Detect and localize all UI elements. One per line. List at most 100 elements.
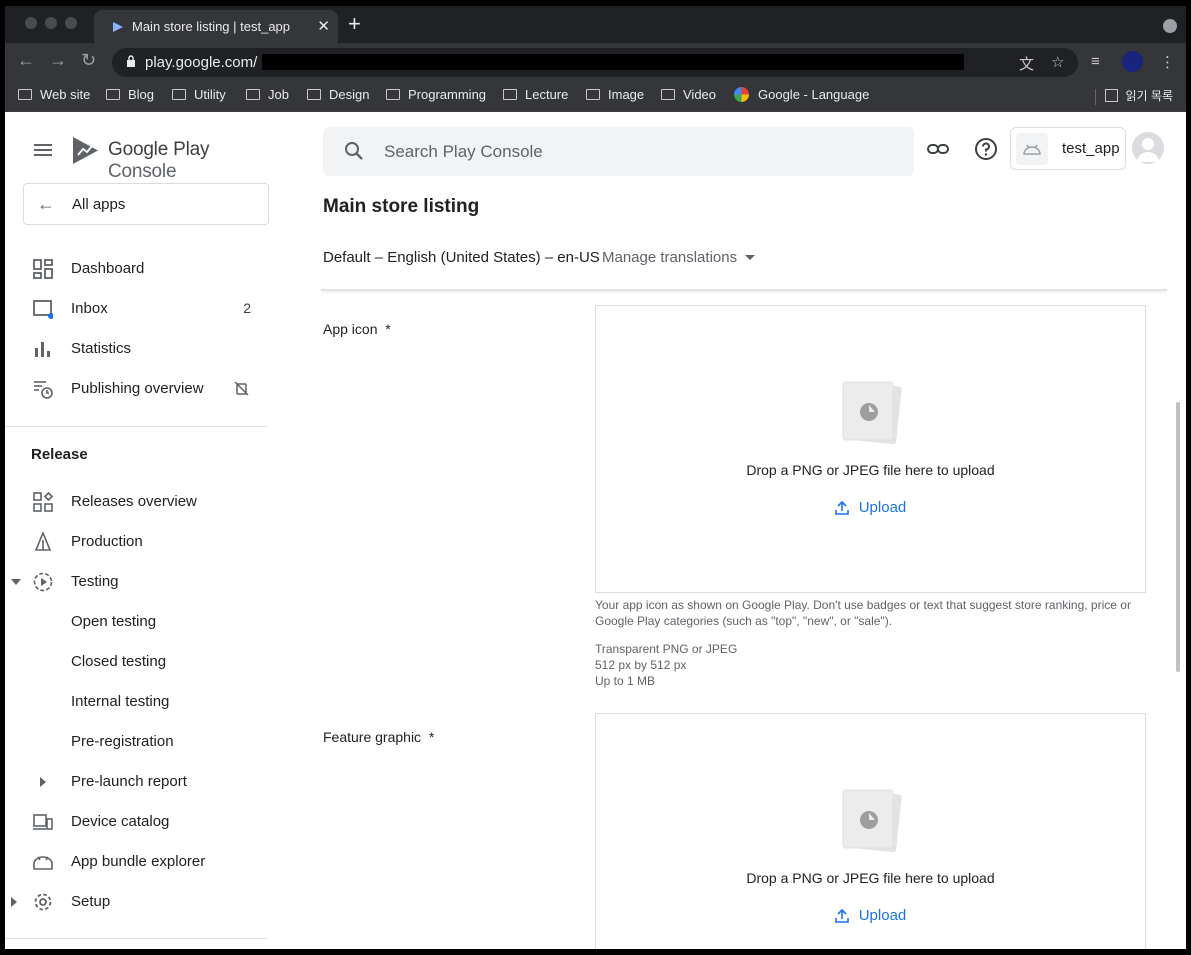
sidebar-item-open-testing[interactable]: Open testing [5, 602, 267, 642]
sidebar-divider [5, 938, 267, 939]
bookmark-folder[interactable]: Programming [386, 87, 486, 102]
sidebar-item-testing[interactable]: Testing [5, 562, 267, 602]
account-avatar[interactable] [1132, 132, 1164, 164]
expand-less-icon [11, 579, 21, 585]
arrow-drop-down-icon [745, 255, 756, 260]
translate-icon[interactable]: 文 [1019, 53, 1034, 74]
sidebar-item-setup[interactable]: Setup [5, 882, 267, 922]
sidebar-item-label: Testing [71, 573, 119, 590]
folder-icon [386, 89, 400, 100]
sidebar-item-pre-launch-report[interactable]: Pre-launch report [5, 762, 267, 802]
sidebar-item-releases-overview[interactable]: Releases overview [5, 482, 267, 522]
all-apps-button[interactable]: ← All apps [23, 183, 269, 225]
logo-suffix: Console [108, 161, 177, 182]
folder-icon [661, 89, 675, 100]
bookmark-google-language[interactable]: Google - Language [734, 87, 869, 102]
sidebar-item-internal-testing[interactable]: Internal testing [5, 682, 267, 722]
all-apps-label: All apps [72, 196, 126, 213]
image-placeholder-icon [842, 381, 902, 445]
address-bar[interactable]: play.google.com/ [112, 48, 1078, 77]
profile-avatar[interactable] [1122, 51, 1143, 72]
header-divider [321, 289, 1167, 291]
close-window-dot[interactable] [25, 17, 37, 29]
more-menu-icon[interactable]: ⋮ [1160, 53, 1175, 71]
bookmark-star-icon[interactable]: ☆ [1051, 53, 1064, 71]
expand-more-icon [11, 897, 17, 907]
search-bar[interactable] [323, 127, 914, 176]
menu-icon[interactable] [34, 144, 52, 156]
bookmark-folder[interactable]: Job [246, 87, 289, 102]
folder-icon [586, 89, 600, 100]
sidebar-item-label: Internal testing [71, 693, 170, 710]
browser-window: Main store listing | test_app ✕ + ← → ↻ … [5, 6, 1186, 949]
bookmark-folder[interactable]: Design [307, 87, 369, 102]
required-marker: * [428, 729, 435, 745]
media-control-icon[interactable]: ≡ [1091, 53, 1100, 70]
sidebar-item-device-catalog[interactable]: Device catalog [5, 802, 267, 842]
feature-graphic-dropzone[interactable]: Drop a PNG or JPEG file here to upload U… [595, 713, 1146, 949]
bookmark-folder[interactable]: Web site [18, 87, 90, 102]
app-icon-guidelines: Your app icon as shown on Google Play. D… [595, 598, 1131, 628]
sidebar-item-inbox[interactable]: Inbox 2 [5, 289, 267, 329]
minimize-window-dot[interactable] [45, 17, 57, 29]
upload-button[interactable]: Upload [596, 907, 1145, 924]
sidebar-item-publishing-overview[interactable]: Publishing overview [5, 369, 267, 409]
bar-chart-icon [35, 342, 50, 357]
help-icon[interactable] [974, 137, 998, 161]
forward-icon[interactable]: → [49, 51, 67, 69]
image-placeholder-icon [842, 789, 902, 853]
app-icon-label: App icon * [323, 321, 391, 337]
sidebar-item-label: Publishing overview [71, 380, 204, 397]
browser-tab[interactable]: Main store listing | test_app ✕ [94, 10, 338, 43]
back-icon[interactable]: ← [17, 51, 35, 69]
reading-list-button[interactable]: 읽기 목록 [1104, 87, 1173, 104]
bookmark-folder[interactable]: Utility [172, 87, 226, 102]
page-scrollbar[interactable] [1176, 402, 1180, 672]
new-tab-icon[interactable]: + [348, 13, 361, 35]
sidebar-item-label: Statistics [71, 340, 132, 357]
sidebar-item-production[interactable]: Production [5, 522, 267, 562]
android-app-icon [1016, 133, 1048, 165]
upload-button[interactable]: Upload [596, 499, 1145, 516]
bookmark-label: Image [608, 87, 645, 102]
app-icon-dropzone[interactable]: Drop a PNG or JPEG file here to upload U… [595, 305, 1146, 593]
bookmark-label: Utility [194, 87, 226, 102]
search-icon [345, 142, 363, 160]
tab-search-icon[interactable] [1163, 19, 1177, 33]
drop-instructions: Drop a PNG or JPEG file here to upload [746, 870, 995, 886]
folder-icon [246, 89, 260, 100]
schedule-list-icon [34, 381, 53, 399]
sidebar-item-closed-testing[interactable]: Closed testing [5, 642, 267, 682]
folder-icon [18, 89, 32, 100]
manage-translations-label: Manage translations [602, 249, 738, 266]
app-switcher[interactable]: test_app [1010, 127, 1126, 170]
production-icon [34, 532, 52, 551]
bookmark-folder[interactable]: Blog [106, 87, 154, 102]
sidebar-item-label: Setup [71, 893, 111, 910]
lock-icon [127, 55, 135, 67]
folder-icon [503, 89, 517, 100]
zoom-window-dot[interactable] [65, 17, 77, 29]
logo-prefix: Google Play [108, 139, 210, 160]
reload-icon[interactable]: ↻ [81, 51, 96, 69]
sidebar-item-app-bundle-explorer[interactable]: App bundle explorer [5, 842, 267, 882]
sidebar: Google Play Console ← All apps Dashboard… [5, 112, 269, 949]
folder-icon [307, 89, 321, 100]
sidebar-item-dashboard[interactable]: Dashboard [5, 249, 267, 289]
play-console-logo-text: Google Play Console [108, 139, 267, 183]
manage-translations-dropdown[interactable]: Manage translations [602, 249, 756, 266]
folder-icon [106, 89, 120, 100]
search-input[interactable] [384, 140, 884, 164]
sidebar-item-label: Open testing [71, 613, 157, 630]
required-marker: * [385, 321, 391, 337]
link-icon[interactable] [926, 137, 950, 161]
sidebar-divider [5, 426, 267, 427]
sidebar-item-pre-registration[interactable]: Pre-registration [5, 722, 267, 762]
play-console-favicon-icon [113, 22, 123, 32]
bookmark-folder[interactable]: Lecture [503, 87, 568, 102]
sidebar-item-statistics[interactable]: Statistics [5, 329, 267, 369]
close-tab-icon[interactable]: ✕ [317, 17, 330, 35]
bookmark-folder[interactable]: Image [586, 87, 644, 102]
bookmark-folder[interactable]: Video [661, 87, 716, 102]
bookmark-label: Web site [40, 87, 91, 102]
